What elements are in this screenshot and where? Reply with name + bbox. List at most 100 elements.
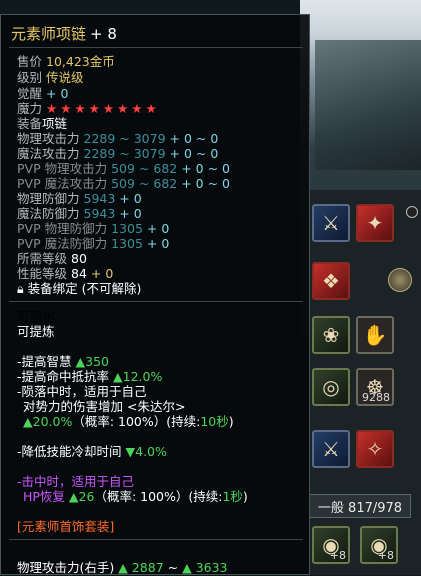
pvp-mag-atk-bonus: + 0 ~ 0 bbox=[181, 176, 230, 191]
effect-value: ▲20.0% bbox=[23, 414, 73, 429]
price-row: 售价 10,423金币 bbox=[17, 54, 115, 70]
phys-atk-label: 物理攻击力 bbox=[17, 131, 80, 146]
perf-level-row: 性能等级 84 + 0 bbox=[17, 266, 113, 282]
perf-level-value: 84 bbox=[71, 266, 87, 281]
pvp-mag-atk-label: PVP 魔法攻击力 bbox=[17, 176, 108, 191]
inventory-slot[interactable]: ◉ +8 bbox=[312, 526, 350, 564]
pvp-mag-def-label: PVP 魔法防御力 bbox=[17, 236, 108, 251]
effect-value: ▲12.0% bbox=[113, 369, 163, 384]
item-enhance: + 8 bbox=[90, 25, 117, 43]
bottom-stat-min: ▲ 2887 bbox=[118, 560, 164, 575]
tab-general[interactable]: 一般 817/978 bbox=[309, 494, 411, 518]
magic-label: 魔力 bbox=[17, 101, 43, 116]
mag-atk-bonus: + 0 ~ 0 bbox=[169, 146, 219, 161]
glove-icon: ✋ bbox=[362, 323, 388, 347]
pvp-phys-atk-range: 509 ~ 682 bbox=[111, 161, 178, 176]
effect-row: 对势力的伤害增加 <朱达尔> bbox=[23, 399, 186, 414]
pvp-mag-def-bonus: + 0 bbox=[146, 236, 170, 251]
mag-def-label: 魔法防御力 bbox=[17, 206, 80, 221]
perf-level-bonus: + 0 bbox=[90, 266, 114, 281]
effect-label: -降低技能冷却时间 bbox=[17, 444, 122, 459]
lock-icon: 🔒︎ bbox=[17, 281, 24, 296]
inventory-slot[interactable]: ◎ bbox=[312, 368, 350, 406]
effect-chance: （概率: 100%）(持续: bbox=[94, 489, 223, 504]
item-title: 元素师项链 + 8 bbox=[11, 23, 117, 44]
effect-row: -提高智慧 ▲350 bbox=[17, 354, 109, 370]
pvp-phys-atk-row: PVP 物理攻击力 509 ~ 682 + 0 ~ 0 bbox=[17, 161, 230, 177]
effect-label: -提高智慧 bbox=[17, 354, 72, 369]
level-row: 级别 传说级 bbox=[17, 70, 84, 86]
mag-atk-range: 2289 ~ 3079 bbox=[83, 146, 166, 161]
effect-row: ▲20.0%（概率: 100%）(持续:10秒) bbox=[23, 414, 234, 430]
sort-button[interactable] bbox=[388, 268, 412, 292]
phys-atk-range: 2289 ~ 3079 bbox=[83, 131, 166, 146]
magic-stars: ★★★★★★★★ bbox=[46, 101, 160, 116]
divider bbox=[9, 539, 303, 540]
stack-count: 9288 bbox=[362, 391, 390, 404]
effect-label: -提高命中抵抗率 bbox=[17, 369, 110, 384]
set-name: [元素师首饰套装] bbox=[17, 519, 115, 534]
bind-row: 🔒︎ 装备绑定 (不可解除) bbox=[17, 281, 141, 297]
phys-atk-row: 物理攻击力 2289 ~ 3079 + 0 ~ 0 bbox=[17, 131, 218, 147]
mag-def-row: 魔法防御力 5943 + 0 bbox=[17, 206, 142, 222]
mag-def-value: 5943 bbox=[83, 206, 116, 221]
perf-level-label: 性能等级 bbox=[17, 266, 68, 281]
magic-row: 魔力 ★★★★★★★★ bbox=[17, 101, 160, 117]
inventory-slot[interactable]: ❀ bbox=[312, 316, 350, 354]
awaken-label: 觉醒 bbox=[17, 86, 43, 101]
inventory-slot[interactable]: ✋ bbox=[356, 316, 394, 354]
phys-atk-bonus: + 0 ~ 0 bbox=[169, 131, 219, 146]
inventory-slot[interactable]: ☸ 9288 bbox=[356, 368, 394, 406]
effect-duration: 10秒 bbox=[200, 414, 229, 429]
mag-atk-row: 魔法攻击力 2289 ~ 3079 + 0 ~ 0 bbox=[17, 146, 218, 162]
pvp-mag-def-row: PVP 魔法防御力 1305 + 0 bbox=[17, 236, 169, 252]
pvp-mag-def-value: 1305 bbox=[111, 236, 143, 251]
pvp-mag-atk-range: 509 ~ 682 bbox=[111, 176, 178, 191]
pvp-phys-atk-label: PVP 物理攻击力 bbox=[17, 161, 108, 176]
item-name: 元素师项链 bbox=[11, 25, 87, 43]
item-tooltip: 元素师项链 + 8 售价 10,423金币 级别 传说级 觉醒 + 0 魔力 ★★… bbox=[0, 14, 310, 575]
phys-def-value: 5943 bbox=[83, 191, 116, 206]
inventory-slot[interactable]: ◉ +8 bbox=[360, 526, 398, 564]
awaken-row: 觉醒 + 0 bbox=[17, 86, 68, 102]
effect-value: ▲350 bbox=[75, 354, 109, 369]
panel-option-button[interactable] bbox=[406, 206, 418, 218]
bottom-stat-max: ▲ 3633 bbox=[182, 560, 228, 575]
effect-row: -击中时，适用于自己 bbox=[17, 474, 135, 489]
effect-label: HP恢复 bbox=[23, 489, 65, 504]
effect-chance: （概率: 100%）(持续: bbox=[72, 414, 201, 429]
effect-value: ▲26 bbox=[68, 489, 95, 504]
effect-value: ▼4.0% bbox=[125, 444, 167, 459]
effect-close: ) bbox=[228, 414, 234, 429]
equip-label: 装备 bbox=[17, 116, 43, 131]
inventory-slot[interactable]: ❖ bbox=[312, 262, 350, 300]
req-level-label: 所需等级 bbox=[17, 251, 68, 266]
pvp-phys-def-label: PVP 物理防御力 bbox=[17, 221, 108, 236]
pvp-phys-def-row: PVP 物理防御力 1305 + 0 bbox=[17, 221, 169, 237]
inventory-slot[interactable]: ✧ bbox=[356, 430, 394, 468]
pvp-phys-def-bonus: + 0 bbox=[146, 221, 170, 236]
enhance-count: +8 bbox=[329, 549, 346, 562]
inventory-slot[interactable]: ⚔ bbox=[312, 204, 350, 242]
req-level-row: 所需等级 80 bbox=[17, 251, 87, 267]
pvp-mag-atk-row: PVP 魔法攻击力 509 ~ 682 + 0 ~ 0 bbox=[17, 176, 230, 192]
bottom-stat-label: 物理攻击力(右手) bbox=[17, 560, 115, 575]
phys-def-label: 物理防御力 bbox=[17, 191, 80, 206]
refinable-text: 可提炼 bbox=[17, 324, 55, 339]
phys-def-row: 物理防御力 5943 + 0 bbox=[17, 191, 142, 207]
mag-def-bonus: + 0 bbox=[119, 206, 142, 221]
effect-row: HP恢复 ▲26（概率: 100%）(持续:1秒) bbox=[23, 489, 248, 505]
spear-icon: ✧ bbox=[366, 437, 384, 461]
effect-close: ) bbox=[242, 489, 248, 504]
effect-row: -降低技能冷却时间 ▼4.0% bbox=[17, 444, 167, 460]
price-label: 售价 bbox=[17, 54, 43, 69]
level-value: 传说级 bbox=[46, 70, 84, 85]
mag-atk-label: 魔法攻击力 bbox=[17, 146, 80, 161]
ring-icon: ◎ bbox=[322, 375, 340, 399]
bottom-stat-row: 物理攻击力(右手) ▲ 2887 ~ ▲ 3633 bbox=[17, 560, 228, 576]
amulet-icon: ❀ bbox=[322, 323, 340, 347]
enhanceable-text: 可强化 bbox=[17, 309, 55, 324]
inventory-slot[interactable]: ✦ bbox=[356, 204, 394, 242]
pvp-phys-atk-bonus: + 0 ~ 0 bbox=[181, 161, 230, 176]
inventory-slot[interactable]: ⚔ bbox=[312, 430, 350, 468]
